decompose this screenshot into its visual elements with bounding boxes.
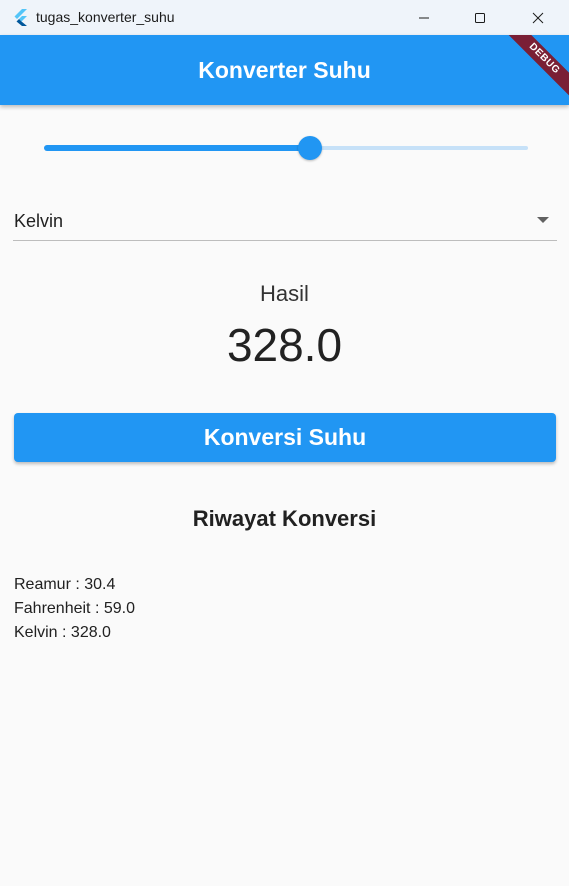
slider-thumb[interactable] [298,136,323,160]
history-item: Fahrenheit : 59.0 [14,600,135,617]
maximize-button[interactable] [452,0,508,35]
app-window: tugas_konverter_suhu Konverter Suhu DEBU… [0,0,569,886]
history-item: Reamur : 30.4 [14,576,116,593]
minimize-button[interactable] [396,0,452,35]
unit-dropdown[interactable]: Kelvin [13,202,557,241]
title-bar: tugas_konverter_suhu [0,0,569,35]
maximize-icon [475,12,485,23]
app-bar: Konverter Suhu [0,35,569,105]
minimize-icon [419,17,429,18]
window-title: tugas_konverter_suhu [36,9,175,25]
convert-button[interactable]: Konversi Suhu [14,413,556,462]
history-item: Kelvin : 328.0 [14,624,111,641]
slider-track-active [44,145,311,151]
result-label: Hasil [260,281,309,306]
history-title: Riwayat Konversi [192,506,377,531]
temperature-slider[interactable] [44,135,528,161]
dropdown-arrow-icon [537,217,549,223]
result-value: 328.0 [226,319,343,371]
dropdown-selected-value: Kelvin [14,211,64,231]
close-icon [532,12,544,23]
flutter-logo-icon [12,8,30,26]
history-list: Reamur : 30.4 Fahrenheit : 59.0 Kelvin :… [14,573,554,645]
close-button[interactable] [510,0,566,35]
page-title: Konverter Suhu [198,56,371,83]
